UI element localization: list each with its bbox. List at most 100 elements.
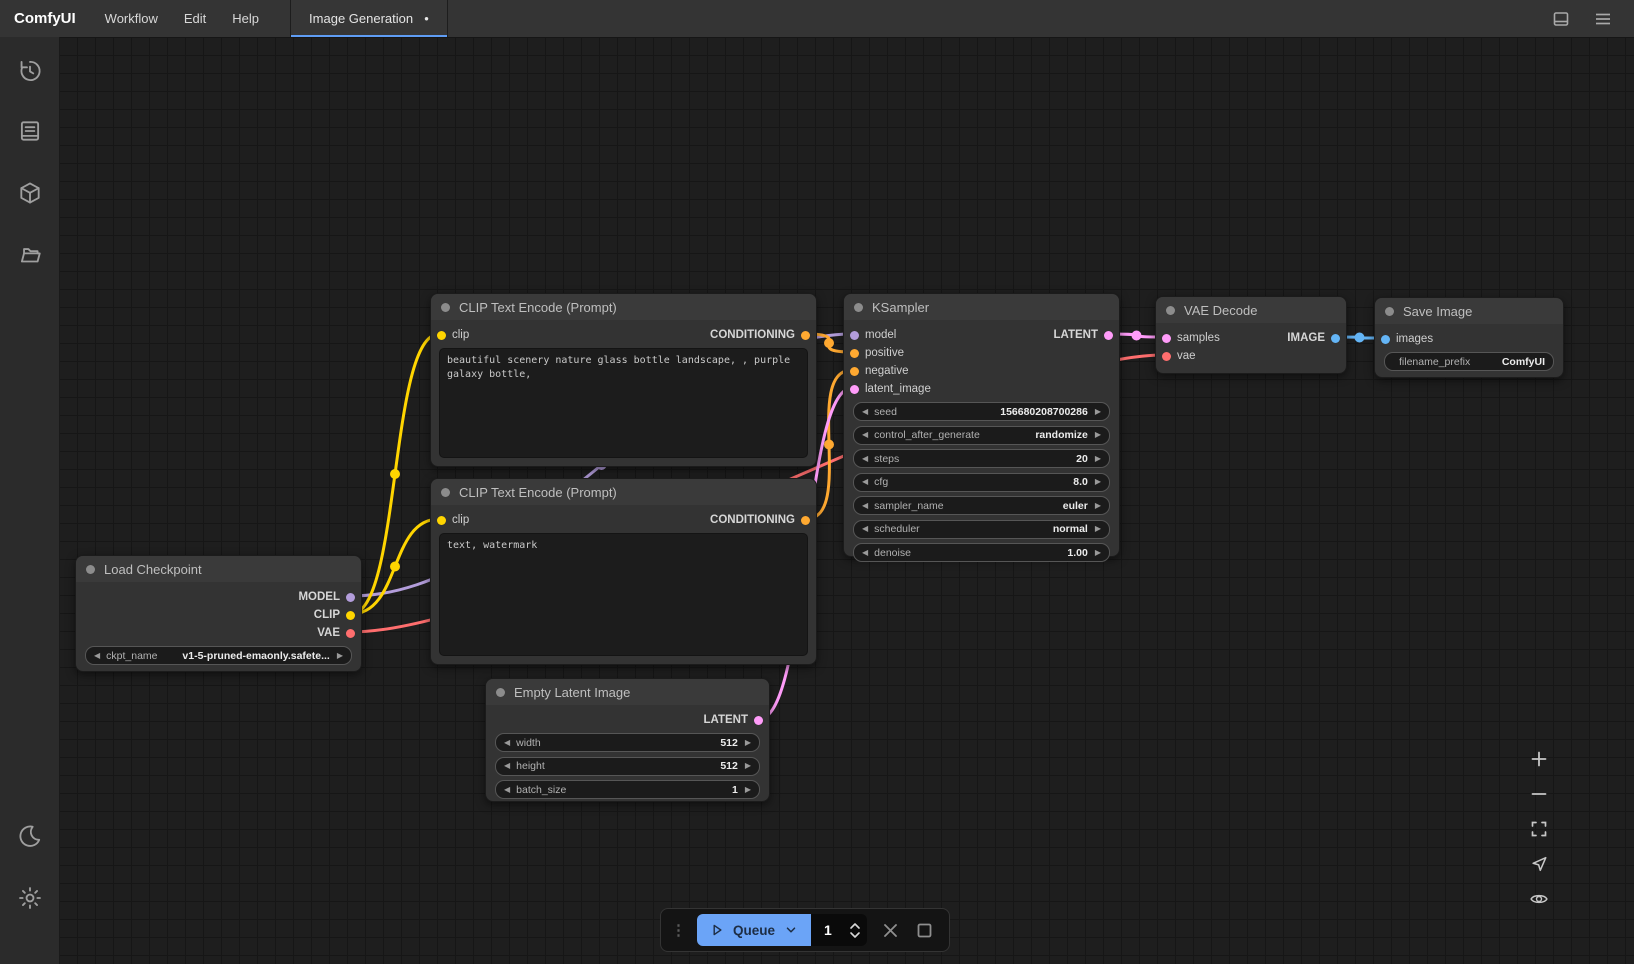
widget-left-arrow-icon[interactable]: ◀	[94, 652, 100, 660]
node-header[interactable]: VAE Decode	[1156, 297, 1346, 323]
output-pin-icon[interactable]	[801, 516, 810, 525]
node-empty_latent[interactable]: Empty Latent Image LATENT ◀width512▶ ◀heigh…	[485, 678, 770, 802]
input-pin-icon[interactable]	[850, 331, 859, 340]
input-pin-icon[interactable]	[437, 331, 446, 340]
node-header[interactable]: Empty Latent Image	[486, 679, 769, 705]
widget-left-arrow-icon[interactable]: ◀	[504, 739, 510, 747]
stepper-down-icon[interactable]	[849, 931, 861, 939]
widget-left-arrow-icon[interactable]: ◀	[862, 549, 868, 557]
output-pin-icon[interactable]	[346, 611, 355, 620]
node-vae_decode[interactable]: VAE Decode samples IMAGE vae	[1155, 296, 1347, 374]
widget-right-arrow-icon[interactable]: ▶	[1095, 502, 1101, 510]
node-header[interactable]: Load Checkpoint	[76, 556, 361, 582]
sidebar-item-workflows[interactable]	[15, 240, 45, 270]
output-pin-icon[interactable]	[346, 593, 355, 602]
theme-toggle-button[interactable]	[15, 821, 45, 851]
node-header[interactable]: CLIP Text Encode (Prompt)	[431, 294, 816, 320]
zoom-in-button[interactable]	[1524, 744, 1553, 773]
node-collapse-dot-icon[interactable]	[854, 303, 863, 312]
widget-left-arrow-icon[interactable]: ◀	[862, 525, 868, 533]
input-slot-vae[interactable]: vae	[1158, 350, 1196, 362]
batch-count-stepper[interactable]: 1	[811, 914, 867, 946]
input-pin-icon[interactable]	[1162, 334, 1171, 343]
widget-steps[interactable]: ◀steps20▶	[853, 449, 1110, 468]
widget-width[interactable]: ◀width512▶	[495, 733, 760, 752]
widget-right-arrow-icon[interactable]: ▶	[1095, 408, 1101, 416]
widget-scheduler[interactable]: ◀schedulernormal▶	[853, 520, 1110, 539]
widget-left-arrow-icon[interactable]: ◀	[504, 762, 510, 770]
output-slot-MODEL[interactable]: MODEL	[298, 591, 359, 603]
widget-sampler_name[interactable]: ◀sampler_nameeuler▶	[853, 496, 1110, 515]
menu-help[interactable]: Help	[219, 11, 272, 26]
widget-cfg[interactable]: ◀cfg8.0▶	[853, 473, 1110, 492]
input-pin-icon[interactable]	[1162, 352, 1171, 361]
settings-button[interactable]	[15, 883, 45, 913]
output-pin-icon[interactable]	[801, 331, 810, 340]
widget-left-arrow-icon[interactable]: ◀	[504, 786, 510, 794]
widget-ckpt_name[interactable]: ◀ckpt_namev1-5-pruned-emaonly.safete...▶	[85, 646, 352, 665]
node-collapse-dot-icon[interactable]	[1166, 306, 1175, 315]
stepper-up-icon[interactable]	[849, 922, 861, 930]
widget-left-arrow-icon[interactable]: ◀	[862, 431, 868, 439]
input-pin-icon[interactable]	[850, 349, 859, 358]
input-pin-icon[interactable]	[437, 516, 446, 525]
input-slot-clip[interactable]: clip	[433, 329, 469, 341]
widget-control_after_generate[interactable]: ◀control_after_generaterandomize▶	[853, 426, 1110, 445]
input-slot-samples[interactable]: samples	[1158, 332, 1220, 344]
widget-denoise[interactable]: ◀denoise1.00▶	[853, 543, 1110, 562]
bottom-panel-toggle-button[interactable]	[1546, 4, 1576, 34]
stop-button[interactable]	[916, 922, 933, 939]
input-slot-positive[interactable]: positive	[846, 347, 904, 359]
node-load_checkpoint[interactable]: Load Checkpoint MODEL CLIP VAE ◀ckpt_namev1-…	[75, 555, 362, 672]
output-slot-LATENT[interactable]: LATENT	[703, 714, 767, 726]
node-clip_neg[interactable]: CLIP Text Encode (Prompt) clip CONDITIONIN…	[430, 478, 817, 665]
fit-view-button[interactable]	[1524, 814, 1553, 843]
node-collapse-dot-icon[interactable]	[1385, 307, 1394, 316]
widget-left-arrow-icon[interactable]: ◀	[862, 478, 868, 486]
output-slot-CLIP[interactable]: CLIP	[314, 609, 359, 621]
widget-right-arrow-icon[interactable]: ▶	[1095, 478, 1101, 486]
widget-right-arrow-icon[interactable]: ▶	[745, 786, 751, 794]
widget-batch_size[interactable]: ◀batch_size1▶	[495, 780, 760, 799]
input-slot-negative[interactable]: negative	[846, 365, 908, 377]
output-slot-CONDITIONING[interactable]: CONDITIONING	[710, 329, 814, 341]
widget-right-arrow-icon[interactable]: ▶	[1095, 455, 1101, 463]
input-slot-latent_image[interactable]: latent_image	[846, 383, 931, 395]
output-pin-icon[interactable]	[1331, 334, 1340, 343]
toggle-link-visibility-button[interactable]	[1524, 884, 1553, 913]
output-pin-icon[interactable]	[346, 629, 355, 638]
input-slot-clip[interactable]: clip	[433, 514, 469, 526]
main-menu-button[interactable]	[1588, 4, 1618, 34]
input-pin-icon[interactable]	[850, 385, 859, 394]
node-collapse-dot-icon[interactable]	[496, 688, 505, 697]
node-collapse-dot-icon[interactable]	[441, 488, 450, 497]
sidebar-item-queue-history[interactable]	[15, 56, 45, 86]
output-slot-VAE[interactable]: VAE	[317, 627, 359, 639]
widget-right-arrow-icon[interactable]: ▶	[337, 652, 343, 660]
output-pin-icon[interactable]	[754, 716, 763, 725]
widget-right-arrow-icon[interactable]: ▶	[1095, 549, 1101, 557]
output-slot-CONDITIONING[interactable]: CONDITIONING	[710, 514, 814, 526]
node-ksampler[interactable]: KSamplermodelLATENTpositivenegativelaten…	[843, 293, 1120, 557]
widget-right-arrow-icon[interactable]: ▶	[1095, 431, 1101, 439]
output-slot-LATENT[interactable]: LATENT	[1053, 329, 1117, 341]
widget-left-arrow-icon[interactable]: ◀	[862, 455, 868, 463]
widget-left-arrow-icon[interactable]: ◀	[862, 408, 868, 416]
widget-right-arrow-icon[interactable]: ▶	[745, 739, 751, 747]
output-slot-IMAGE[interactable]: IMAGE	[1287, 332, 1344, 344]
sidebar-item-node-library[interactable]	[15, 116, 45, 146]
input-pin-icon[interactable]	[1381, 335, 1390, 344]
prompt-textarea[interactable]: beautiful scenery nature glass bottle la…	[439, 348, 808, 458]
zoom-out-button[interactable]	[1524, 779, 1553, 808]
node-header[interactable]: CLIP Text Encode (Prompt)	[431, 479, 816, 505]
node-collapse-dot-icon[interactable]	[441, 303, 450, 312]
menu-workflow[interactable]: Workflow	[92, 11, 171, 26]
sidebar-item-model-library[interactable]	[15, 178, 45, 208]
select-mode-button[interactable]	[1524, 849, 1553, 878]
node-header[interactable]: Save Image	[1375, 298, 1563, 324]
widget-height[interactable]: ◀height512▶	[495, 757, 760, 776]
tab-image-generation[interactable]: Image Generation ●	[291, 0, 448, 37]
widget-filename_prefix[interactable]: filename_prefixComfyUI	[1384, 352, 1554, 371]
input-slot-model[interactable]: model	[846, 329, 896, 341]
widget-left-arrow-icon[interactable]: ◀	[862, 502, 868, 510]
